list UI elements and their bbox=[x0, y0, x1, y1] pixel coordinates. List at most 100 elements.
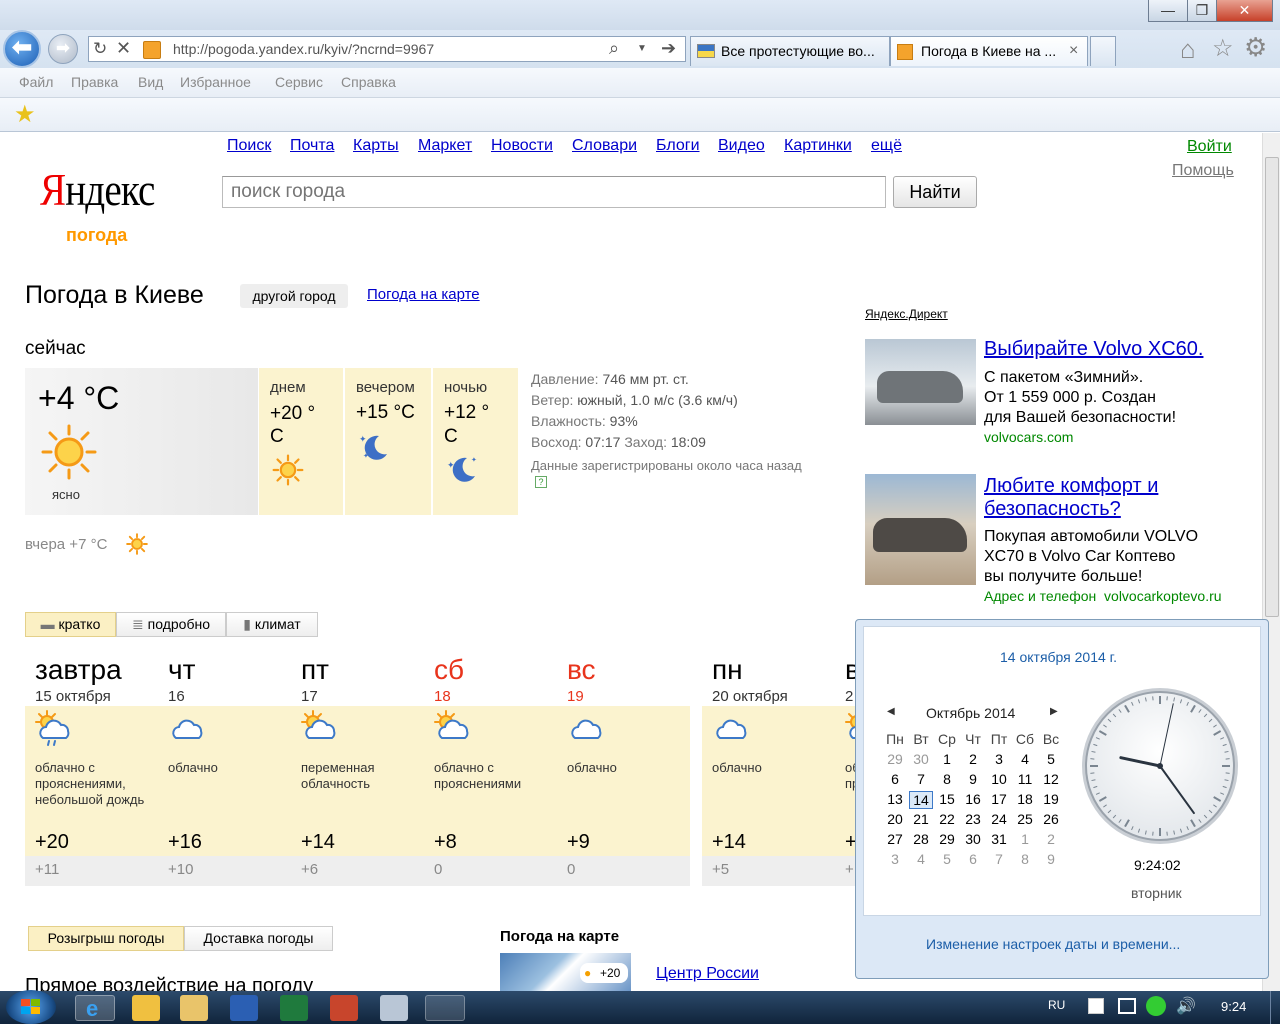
tab-weather-lottery[interactable]: Розыгрыш погоды bbox=[28, 926, 184, 951]
tab-brief[interactable]: ▬ кратко bbox=[25, 612, 116, 637]
region-link[interactable]: Центр России bbox=[656, 965, 759, 983]
calendar-day[interactable]: 27 bbox=[883, 831, 907, 847]
nav-maps[interactable]: Карты bbox=[353, 137, 399, 155]
calendar-day[interactable]: 30 bbox=[961, 831, 985, 847]
tab-detailed[interactable]: ≣ подробно bbox=[116, 612, 226, 637]
ad-domain[interactable]: Адрес и телефон volvocarkoptevo.ru bbox=[984, 588, 1222, 604]
tab-close-icon[interactable]: × bbox=[1069, 37, 1078, 65]
calendar-day[interactable]: 6 bbox=[961, 851, 985, 867]
nav-market[interactable]: Маркет bbox=[418, 137, 472, 155]
next-month-icon[interactable]: ▶ bbox=[1050, 706, 1058, 717]
forward-button[interactable]: ➡ bbox=[48, 34, 78, 64]
calendar-day[interactable]: 5 bbox=[935, 851, 959, 867]
menu-view[interactable]: Вид bbox=[138, 74, 163, 90]
weather-map-thumbnail[interactable]: ● +20 bbox=[500, 953, 631, 991]
taskbar-word-button[interactable] bbox=[230, 995, 258, 1021]
calendar-day[interactable]: 28 bbox=[909, 831, 933, 847]
calendar-day[interactable]: 15 bbox=[935, 791, 959, 807]
menu-tools[interactable]: Сервис bbox=[275, 74, 323, 90]
calendar-day[interactable]: 4 bbox=[1013, 751, 1037, 767]
calendar-day[interactable]: 3 bbox=[987, 751, 1011, 767]
direct-label[interactable]: Яндекс.Директ bbox=[865, 307, 948, 321]
start-button[interactable] bbox=[6, 990, 56, 1024]
nav-video[interactable]: Видео bbox=[718, 137, 765, 155]
calendar-day[interactable]: 9 bbox=[1039, 851, 1063, 867]
new-tab-button[interactable] bbox=[1090, 36, 1116, 66]
gear-icon[interactable]: ⚙ bbox=[1244, 32, 1267, 63]
ad-image-volvo-xc70[interactable] bbox=[865, 474, 976, 585]
menu-favorites[interactable]: Избранное bbox=[180, 74, 251, 90]
calendar-day[interactable]: 5 bbox=[1039, 751, 1063, 767]
taskbar-excel-button[interactable] bbox=[280, 995, 308, 1021]
calendar-day[interactable]: 18 bbox=[1013, 791, 1037, 807]
calendar-day[interactable]: 9 bbox=[961, 771, 985, 787]
network-icon[interactable] bbox=[1118, 998, 1136, 1014]
ad-image-volvo-xc60[interactable] bbox=[865, 339, 976, 425]
calendar-day[interactable]: 8 bbox=[935, 771, 959, 787]
go-icon[interactable]: ➔ bbox=[661, 38, 676, 59]
language-indicator[interactable]: RU bbox=[1048, 998, 1065, 1012]
calendar-day[interactable]: 26 bbox=[1039, 811, 1063, 827]
taskbar-ie-button[interactable]: e bbox=[75, 995, 115, 1021]
calendar-day[interactable]: 24 bbox=[987, 811, 1011, 827]
tab-weather-delivery[interactable]: Доставка погоды bbox=[184, 926, 333, 951]
calendar-day[interactable]: 29 bbox=[883, 751, 907, 767]
ad-domain[interactable]: volvocars.com bbox=[984, 429, 1073, 445]
nav-blogs[interactable]: Блоги bbox=[656, 137, 700, 155]
ad-title[interactable]: Любите комфорт и безопасность? bbox=[984, 475, 1224, 521]
maximize-button[interactable]: ❐ bbox=[1187, 0, 1217, 22]
address-bar[interactable]: ↻ ✕ http://pogoda.yandex.ru/kyiv/?ncrnd=… bbox=[88, 36, 686, 62]
calendar-day[interactable]: 7 bbox=[987, 851, 1011, 867]
taskbar-calculator-button[interactable] bbox=[380, 995, 408, 1021]
taskbar-paint-button[interactable] bbox=[425, 995, 465, 1021]
refresh-icon[interactable]: ↻ bbox=[93, 39, 107, 59]
calendar-day[interactable]: 4 bbox=[909, 851, 933, 867]
help-link[interactable]: Помощь bbox=[1172, 162, 1234, 180]
address-text[interactable]: http://pogoda.yandex.ru/kyiv/?ncrnd=9967 bbox=[173, 41, 434, 57]
taskbar-clock[interactable]: 9:24 bbox=[1221, 999, 1246, 1014]
volume-icon[interactable]: 🔊 bbox=[1176, 996, 1196, 1016]
calendar-day[interactable]: 13 bbox=[883, 791, 907, 807]
dropdown-icon[interactable]: ▼ bbox=[637, 43, 647, 54]
close-window-button[interactable]: ✕ bbox=[1216, 0, 1273, 22]
change-date-settings-link[interactable]: Изменение настроек даты и времени... bbox=[926, 936, 1180, 952]
tab-protests[interactable]: Все протестующие во... bbox=[690, 36, 890, 66]
calendar-day[interactable]: 10 bbox=[987, 771, 1011, 787]
calendar-day[interactable]: 11 bbox=[1013, 771, 1037, 787]
search-icon[interactable]: ⌕ bbox=[609, 38, 619, 59]
taskbar-powerpoint-button[interactable] bbox=[330, 995, 358, 1021]
search-button[interactable]: Найти bbox=[893, 176, 977, 208]
tab-climate[interactable]: ▮ климат bbox=[226, 612, 318, 637]
menu-file[interactable]: Файл bbox=[19, 74, 53, 90]
minimize-button[interactable]: — bbox=[1148, 0, 1188, 22]
favorites-star-icon[interactable]: ☆ bbox=[1212, 34, 1234, 63]
stop-icon[interactable]: ✕ bbox=[116, 38, 131, 59]
calendar-day[interactable]: 23 bbox=[961, 811, 985, 827]
security-icon[interactable] bbox=[1146, 996, 1166, 1016]
weather-map-link[interactable]: Погода на карте bbox=[367, 286, 480, 303]
nav-search[interactable]: Поиск bbox=[227, 137, 271, 155]
action-center-flag-icon[interactable] bbox=[1088, 998, 1104, 1014]
calendar-date-header[interactable]: 14 октября 2014 г. bbox=[1000, 649, 1117, 665]
yandex-logo[interactable]: Яндекс bbox=[40, 163, 155, 216]
calendar-day[interactable]: 20 bbox=[883, 811, 907, 827]
login-link[interactable]: Войти bbox=[1187, 138, 1232, 156]
prev-month-icon[interactable]: ◀ bbox=[887, 706, 895, 717]
nav-dictionaries[interactable]: Словари bbox=[572, 137, 637, 155]
nav-mail[interactable]: Почта bbox=[290, 137, 334, 155]
calendar-day[interactable]: 6 bbox=[883, 771, 907, 787]
calendar-day[interactable]: 21 bbox=[909, 811, 933, 827]
calendar-day[interactable]: 19 bbox=[1039, 791, 1063, 807]
calendar-day[interactable]: 2 bbox=[961, 751, 985, 767]
menu-help[interactable]: Справка bbox=[341, 74, 396, 90]
calendar-day[interactable]: 1 bbox=[935, 751, 959, 767]
city-search-input[interactable] bbox=[222, 176, 886, 208]
other-city-button[interactable]: другой город bbox=[240, 284, 348, 308]
home-icon[interactable]: ⌂ bbox=[1180, 34, 1196, 65]
service-name-link[interactable]: погода bbox=[66, 225, 127, 246]
calendar-day[interactable]: 30 bbox=[909, 751, 933, 767]
calendar-day[interactable]: 22 bbox=[935, 811, 959, 827]
calendar-day[interactable]: 7 bbox=[909, 771, 933, 787]
calendar-day[interactable]: 1 bbox=[1013, 831, 1037, 847]
nav-more[interactable]: ещё bbox=[871, 137, 902, 155]
